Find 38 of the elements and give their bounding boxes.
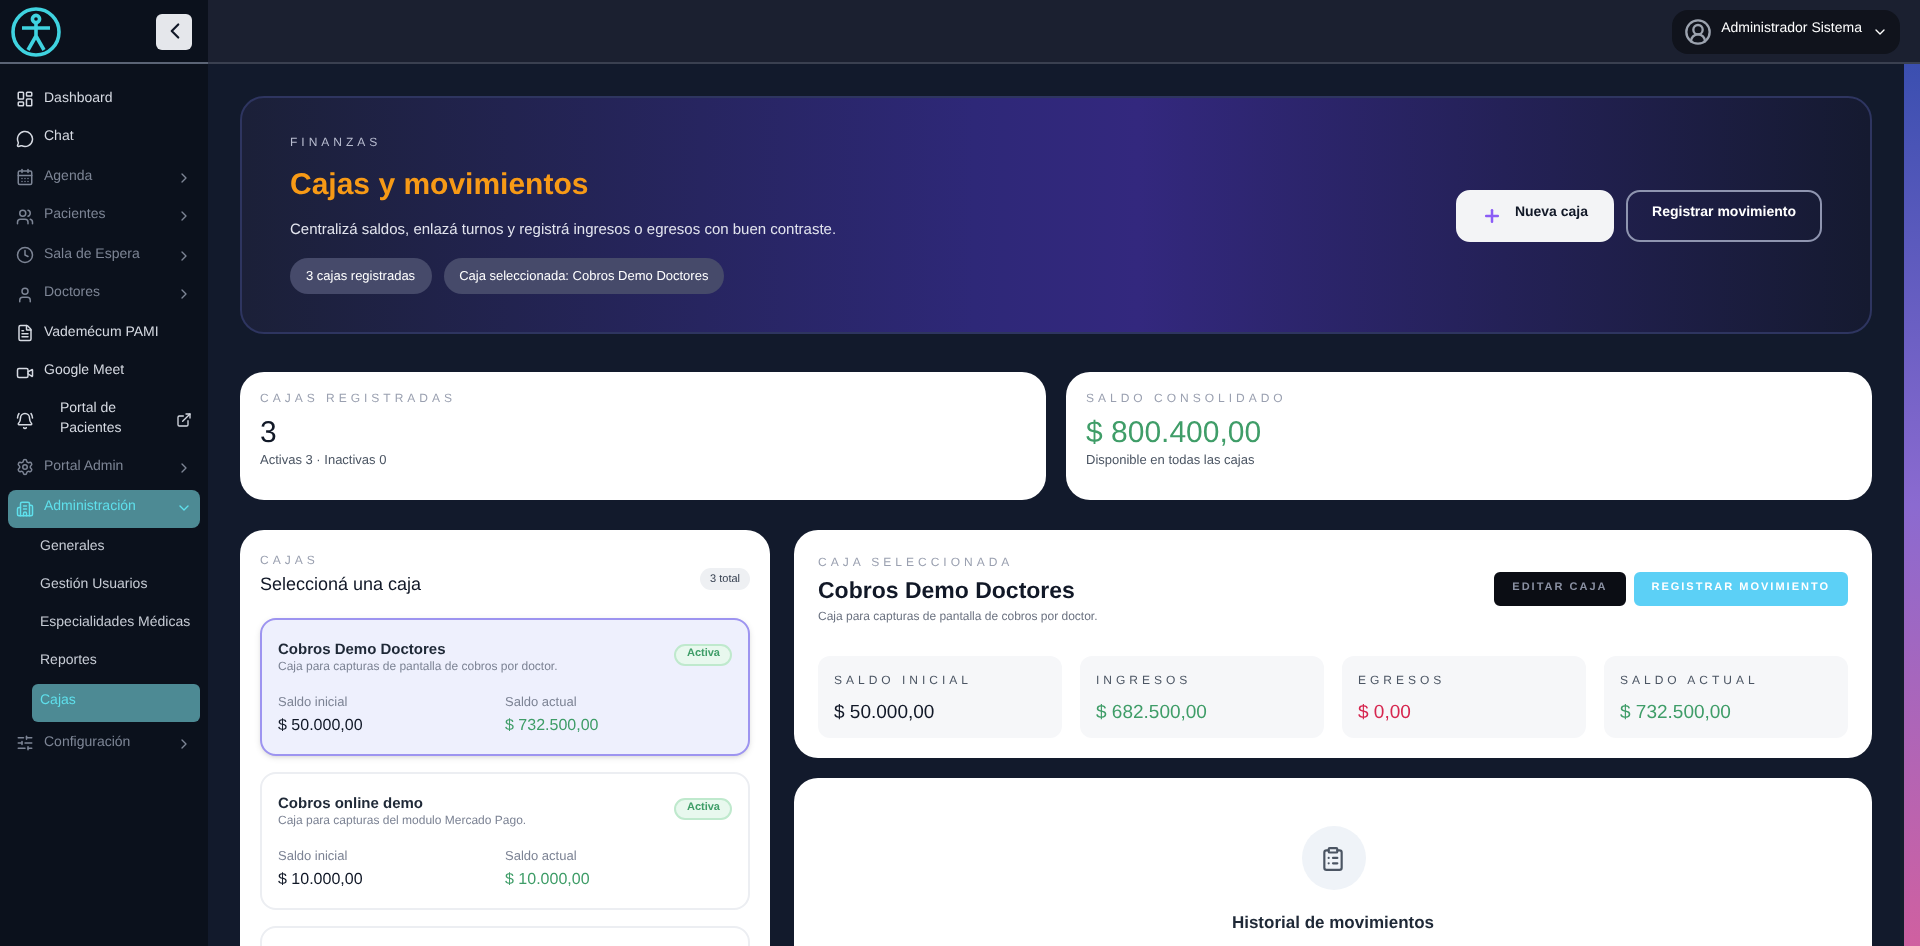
chevron-right-icon bbox=[176, 169, 192, 186]
user-icon bbox=[16, 285, 34, 304]
bell-icon bbox=[16, 411, 34, 429]
settings-icon bbox=[16, 458, 34, 477]
sliders-icon bbox=[16, 734, 34, 753]
metric-value: $ 682.500,00 bbox=[1096, 700, 1209, 729]
initial-amount: $ 50.000,00 bbox=[278, 713, 365, 737]
users-icon bbox=[16, 207, 34, 226]
metric-value: $ 0,00 bbox=[1358, 700, 1413, 729]
collapse-button[interactable] bbox=[156, 13, 192, 49]
chevron-right-icon bbox=[176, 208, 192, 225]
current-amount: $ 732.500,00 bbox=[505, 713, 601, 737]
initial-amount: $ 10.000,00 bbox=[278, 867, 365, 891]
stat-value: $ 800.400,00 bbox=[1086, 416, 1264, 452]
clipboard-icon bbox=[1301, 826, 1365, 890]
dashboard-icon bbox=[16, 90, 34, 109]
chevron-right-icon bbox=[176, 286, 192, 303]
stat-value: 3 bbox=[260, 416, 279, 452]
external-link-icon bbox=[176, 412, 192, 428]
panel-title: Seleccioná una caja bbox=[260, 572, 422, 598]
building-icon bbox=[16, 499, 34, 518]
metric-value: $ 50.000,00 bbox=[834, 700, 937, 729]
logo-icon bbox=[10, 5, 62, 57]
selected-caja-title: Cobros Demo Doctores bbox=[818, 578, 1077, 608]
chevron-right-icon bbox=[176, 247, 192, 264]
plus-icon bbox=[1482, 205, 1503, 225]
page-title: Cajas y movimientos bbox=[290, 165, 591, 206]
calendar-icon bbox=[16, 168, 34, 187]
document-icon bbox=[16, 324, 34, 343]
chat-icon bbox=[16, 129, 34, 148]
chevron-right-icon bbox=[176, 735, 192, 752]
metric-value: $ 732.500,00 bbox=[1620, 700, 1733, 729]
clock-icon bbox=[16, 246, 34, 265]
history-title: Historial de movimientos bbox=[1231, 910, 1435, 936]
avatar-icon bbox=[1683, 17, 1712, 45]
video-icon bbox=[16, 363, 34, 382]
current-amount: $ 10.000,00 bbox=[505, 867, 592, 891]
chevron-right-icon bbox=[176, 459, 192, 476]
